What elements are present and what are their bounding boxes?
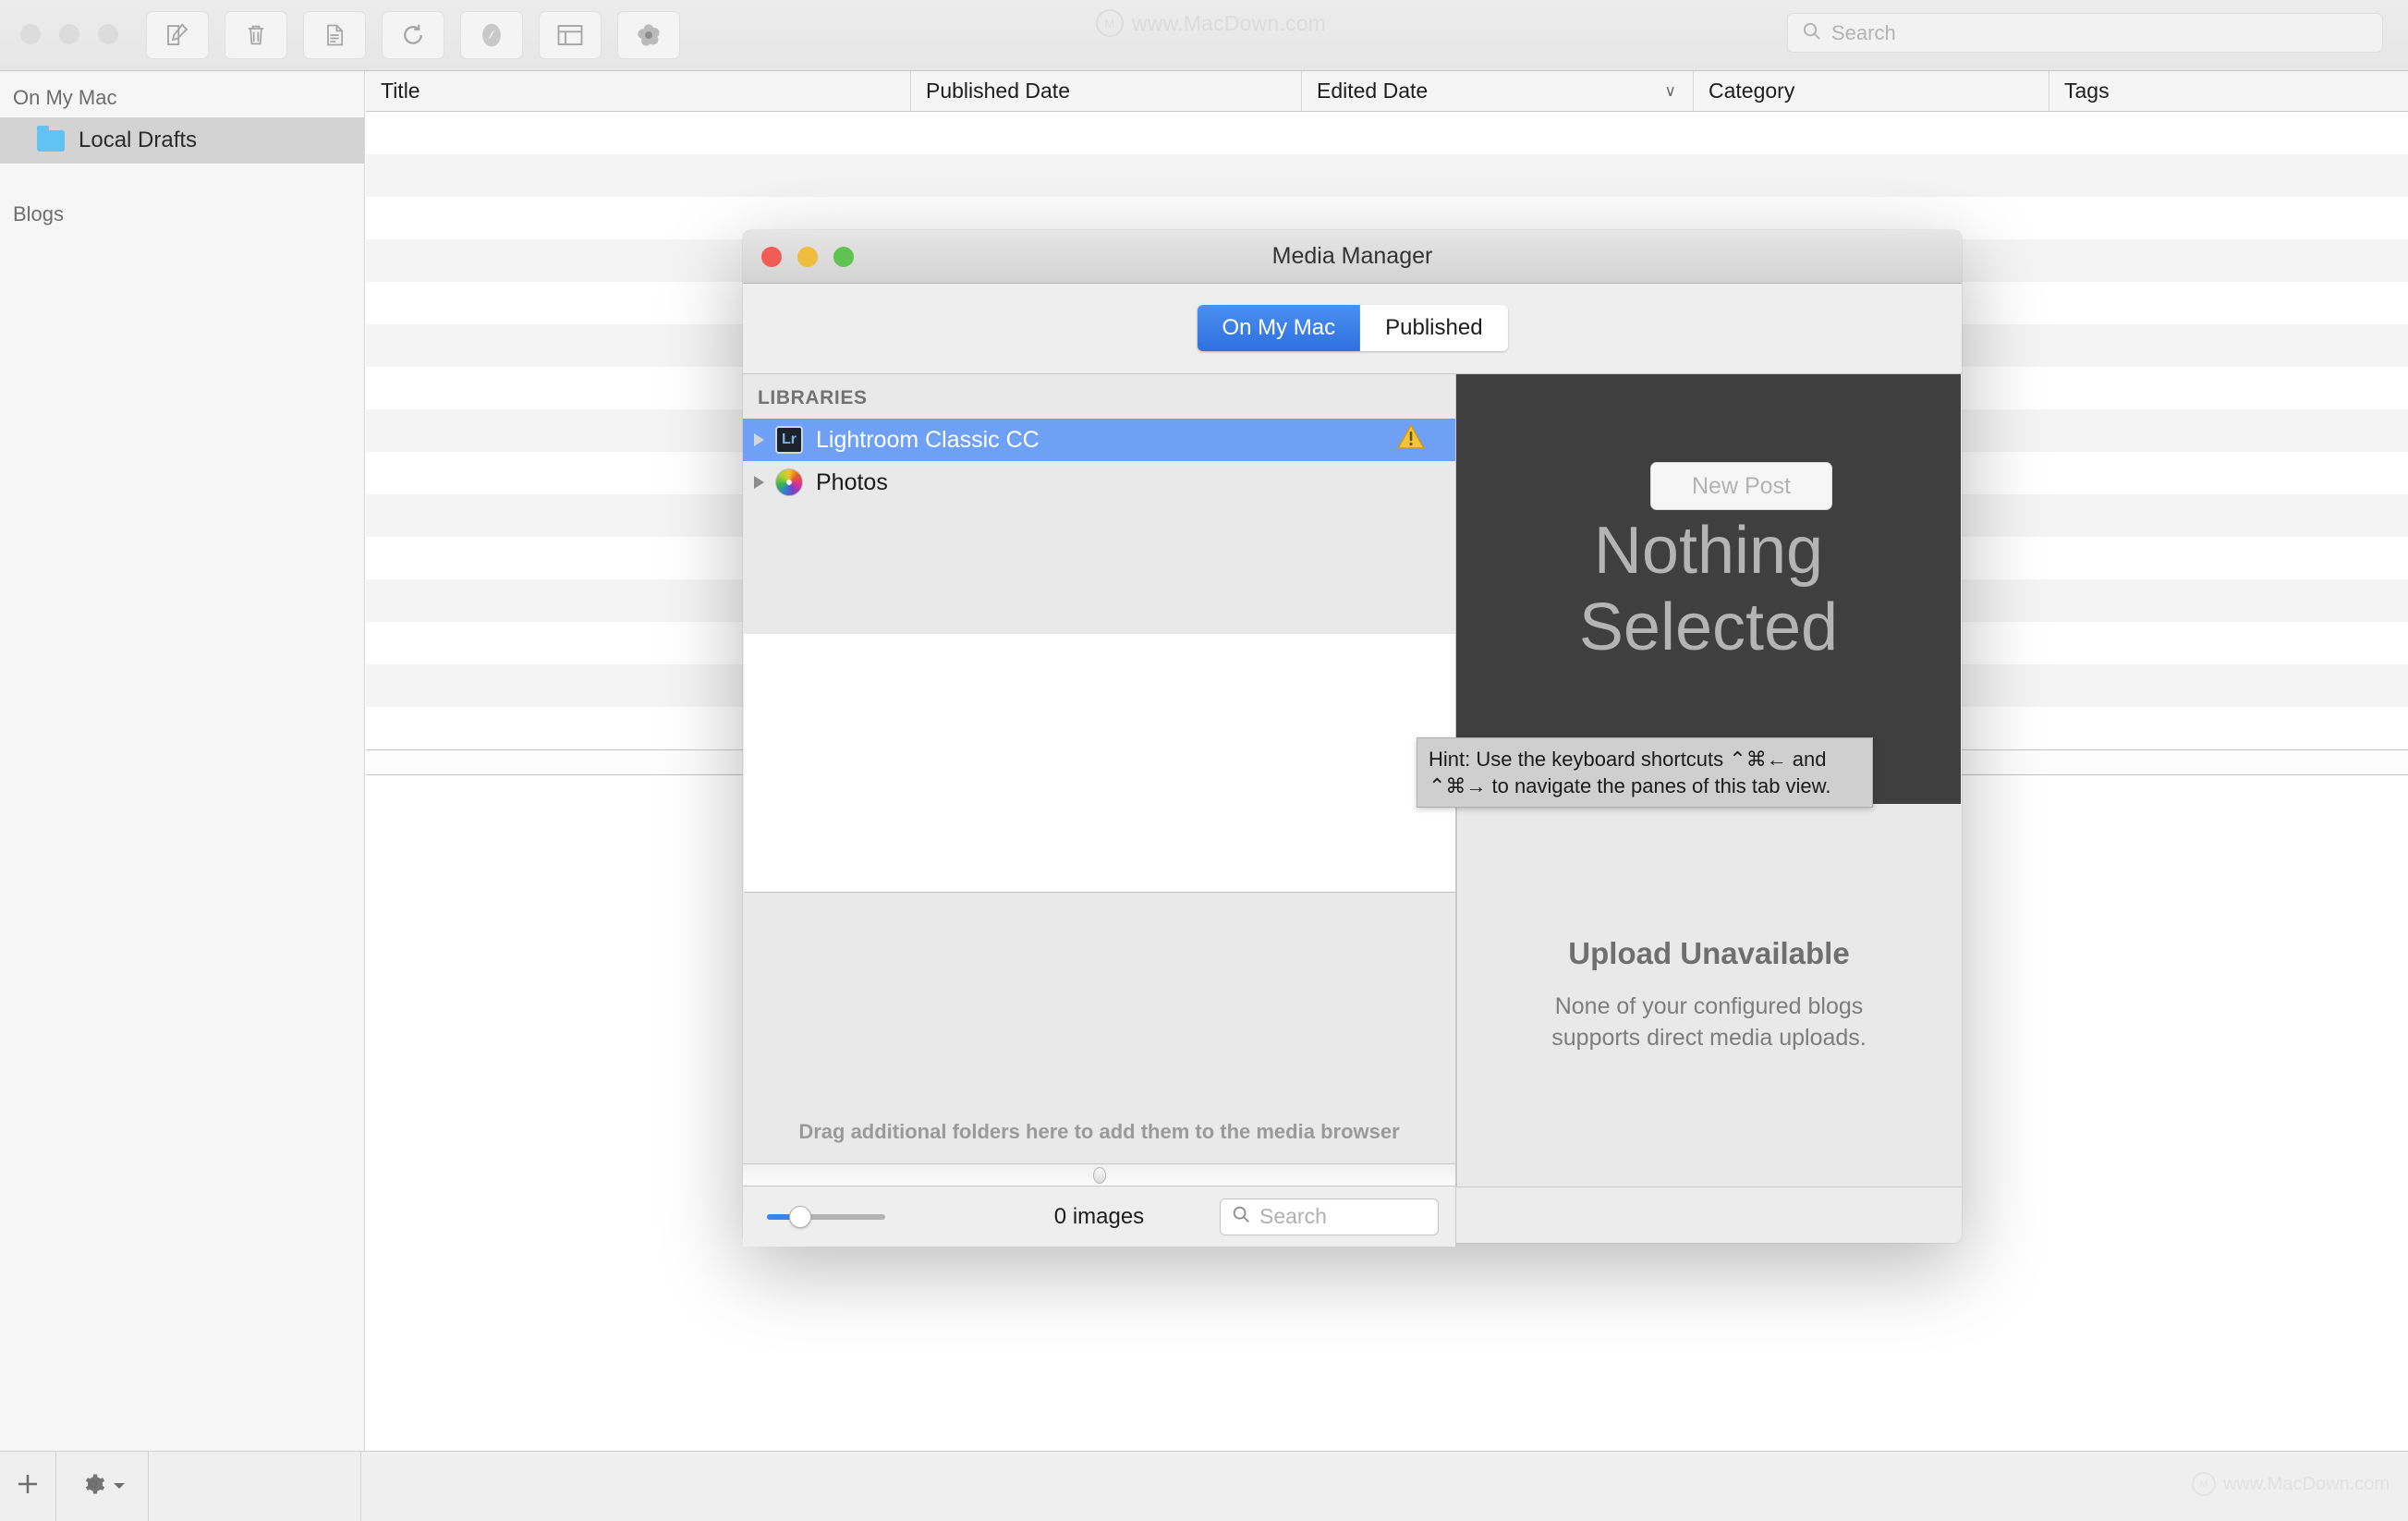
upload-unavailable-title: Upload Unavailable xyxy=(1568,936,1850,971)
column-header-edited-date[interactable]: Edited Date ∨ xyxy=(1302,71,1694,111)
main-toolbar: M www.MacDown.com Search xyxy=(0,0,2408,71)
trash-icon xyxy=(243,21,269,49)
empty-state-line2: Selected xyxy=(1578,590,1839,664)
tooltip-line2: ⌃⌘→ to navigate the panes of this tab vi… xyxy=(1429,774,1831,798)
upload-message-line2: supports direct media uploads. xyxy=(1551,1025,1867,1051)
watermark-bottom: M www.MacDown.com xyxy=(2191,1472,2390,1496)
main-window: M www.MacDown.com Search On My Mac Local… xyxy=(0,0,2408,1521)
column-header-label: Tags xyxy=(2064,79,2110,103)
zoom-button[interactable] xyxy=(98,24,118,44)
plus-icon xyxy=(14,1470,42,1503)
dialog-titlebar: Media Manager xyxy=(743,230,1962,284)
tooltip-line1: Hint: Use the keyboard shortcuts ⌃⌘← and xyxy=(1429,748,1827,771)
media-button[interactable] xyxy=(617,11,680,59)
preview-button[interactable] xyxy=(460,11,523,59)
flower-media-icon xyxy=(635,21,663,49)
add-button[interactable] xyxy=(0,1452,56,1521)
drag-folders-hint: Drag additional folders here to add them… xyxy=(798,1120,1400,1143)
upload-message-line1: None of your configured blogs xyxy=(1554,993,1864,1020)
watermark-text: www.MacDown.com xyxy=(2222,1473,2390,1494)
media-search-placeholder: Search xyxy=(1259,1204,1327,1228)
chevron-down-icon xyxy=(113,1478,126,1495)
column-header-label: Category xyxy=(1709,79,1795,103)
library-item-photos[interactable]: Photos xyxy=(743,461,1455,504)
column-header-published-date[interactable]: Published Date xyxy=(911,71,1302,111)
watermark-top: M www.MacDown.com xyxy=(1096,9,1326,37)
table-row[interactable] xyxy=(366,154,2408,197)
tab-on-my-mac[interactable]: On My Mac xyxy=(1197,305,1361,351)
media-manager-dialog: Media Manager On My Mac Published LIBRAR… xyxy=(743,230,1962,1247)
photos-icon xyxy=(775,468,803,496)
compass-icon xyxy=(478,20,505,50)
tab-published[interactable]: Published xyxy=(1360,305,1508,351)
macdown-logo-icon: M xyxy=(2191,1472,2216,1496)
sidebar-layout-icon xyxy=(556,23,584,47)
sidebar-item-local-drafts[interactable]: Local Drafts xyxy=(0,117,364,164)
libraries-section-header: LIBRARIES xyxy=(758,387,868,408)
media-footer-bar: 0 images Search xyxy=(743,1186,1456,1247)
dialog-tabbar: On My Mac Published xyxy=(743,284,1962,374)
document-icon xyxy=(322,21,347,49)
disclosure-triangle-icon[interactable] xyxy=(754,476,764,489)
macdown-logo-icon: M xyxy=(1096,9,1124,37)
column-header-label: Title xyxy=(381,79,420,103)
upload-unavailable-pane: Upload Unavailable None of your configur… xyxy=(1456,804,1961,1186)
empty-state-line1: Nothing xyxy=(1593,513,1824,588)
sidebar-header-blogs: Blogs xyxy=(13,202,65,225)
toolbar-search-field[interactable]: Search xyxy=(1787,13,2383,53)
settings-menu-button[interactable] xyxy=(56,1452,149,1521)
column-header-label: Published Date xyxy=(926,79,1070,103)
library-item-label: Photos xyxy=(816,468,888,495)
lightroom-icon: Lr xyxy=(775,426,803,454)
window-traffic-lights xyxy=(20,24,118,44)
column-header-label: Edited Date xyxy=(1317,79,1429,103)
source-segmented-control: On My Mac Published xyxy=(1197,305,1508,351)
column-header-title[interactable]: Title xyxy=(366,71,911,111)
new-post-button[interactable] xyxy=(146,11,209,59)
folder-icon xyxy=(37,125,65,152)
close-button[interactable] xyxy=(20,24,41,44)
table-header-row: Title Published Date Edited Date ∨ Categ… xyxy=(366,71,2408,112)
sidebar-item-label: Local Drafts xyxy=(79,128,198,152)
keyboard-shortcut-tooltip: Hint: Use the keyboard shortcuts ⌃⌘← and… xyxy=(1417,737,1873,809)
minimize-button[interactable] xyxy=(59,24,79,44)
new-post-button[interactable]: New Post xyxy=(1650,462,1832,510)
delete-button[interactable] xyxy=(225,11,287,59)
splitter-knob[interactable] xyxy=(1092,1166,1106,1184)
watermark-text: www.MacDown.com xyxy=(1132,10,1327,35)
sidebar-header-on-my-mac: On My Mac xyxy=(13,86,117,109)
library-item-lightroom-classic-cc[interactable]: Lr Lightroom Classic CC xyxy=(743,419,1455,461)
column-header-category[interactable]: Category xyxy=(1694,71,2049,111)
search-icon xyxy=(1801,20,1822,46)
library-item-label: Lightroom Classic CC xyxy=(816,426,1040,453)
disclosure-triangle-icon[interactable] xyxy=(754,433,764,446)
refresh-button[interactable] xyxy=(382,11,444,59)
gear-icon xyxy=(79,1470,107,1503)
layout-button[interactable] xyxy=(539,11,602,59)
sort-indicator-icon: ∨ xyxy=(1664,81,1676,100)
bottom-toolbar: M www.MacDown.com xyxy=(0,1451,2408,1521)
search-icon xyxy=(1231,1204,1251,1229)
duplicate-button[interactable] xyxy=(303,11,366,59)
toolbar-buttons xyxy=(146,11,680,59)
column-header-tags[interactable]: Tags xyxy=(2049,71,2408,111)
media-search-field[interactable]: Search xyxy=(1220,1198,1439,1235)
refresh-icon xyxy=(399,21,427,49)
libraries-splitter[interactable] xyxy=(743,1163,1455,1186)
bottom-bar-divider xyxy=(360,1452,361,1521)
compose-icon xyxy=(164,21,191,49)
sidebar: On My Mac Local Drafts Blogs xyxy=(0,71,365,1451)
dialog-title: Media Manager xyxy=(1271,243,1433,269)
toolbar-search-placeholder: Search xyxy=(1831,20,1896,44)
warning-icon xyxy=(1396,423,1426,456)
media-thumbnail-grid[interactable] xyxy=(744,634,1455,893)
table-row[interactable] xyxy=(366,112,2408,154)
